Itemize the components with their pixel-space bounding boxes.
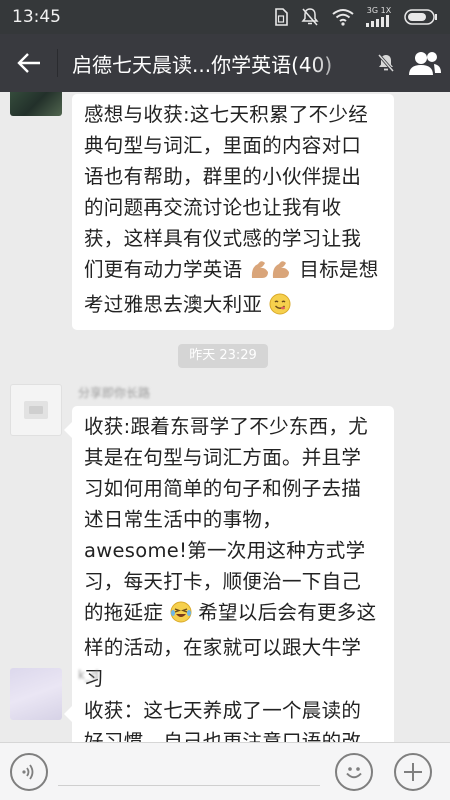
input-bar [0,742,450,800]
smiley-icon [346,767,362,779]
status-bar: 13:45 3G 1X [0,0,450,34]
mute-bell-icon [371,53,401,73]
header-divider [57,49,59,77]
group-members-icon [409,52,442,75]
yum-face-emoji [269,293,291,324]
avatar[interactable] [10,384,62,436]
avatar[interactable] [10,92,62,116]
sender-name: k_d [78,668,99,682]
emoji-button[interactable] [335,753,373,791]
message-text: 收获:跟着东哥学了不少东西，尤其是在句型与词汇方面。并且学习如何用简单的句子和例… [84,415,369,624]
voice-button[interactable] [10,753,48,791]
voice-icon [22,764,34,780]
flexed-biceps-emoji [249,258,293,289]
message-bubble[interactable]: 收获:跟着东哥学了不少东西，尤其是在句型与词汇方面。并且学习如何用简单的句子和例… [64,406,394,700]
message-text: 收获：这七天养成了一个晨读的好习惯，自己也更注意口语的改善和 [84,699,362,742]
mute-icon [300,7,320,27]
message-bubble[interactable]: 感想与收获:这七天积累了不少经典句型与词汇，里面的内容对口语也有帮助，群里的小伙… [72,94,394,330]
battery-icon [404,9,438,25]
sim-icon [274,8,288,26]
plus-icon [404,763,422,781]
back-arrow-icon [16,53,40,73]
network-label: 3G 1X [366,6,392,15]
wifi-icon [332,8,354,26]
timestamp: 昨天 23:29 [178,344,268,368]
chat-header: 启德七天晨读...你学英语(40) [0,34,450,92]
avatar[interactable] [10,668,62,720]
message-text: 感想与收获:这七天积累了不少经典句型与词汇，里面的内容对口语也有帮助，群里的小伙… [84,103,369,281]
signal-icon: 3G 1X [366,7,392,27]
laughing-tears-emoji [170,601,192,632]
group-members-button[interactable] [401,50,450,76]
more-button[interactable] [394,753,432,791]
status-time: 13:45 [12,7,61,27]
message-input[interactable] [58,785,320,786]
chat-title: 启德七天晨读...你学英语(40) [72,52,333,77]
message-bubble[interactable]: 收获：这七天养成了一个晨读的好习惯，自己也更注意口语的改善和 [64,690,394,742]
back-button[interactable] [0,34,57,92]
chat-area[interactable]: 感想与收获:这七天积累了不少经典句型与词汇，里面的内容对口语也有帮助，群里的小伙… [0,92,450,742]
sender-name: 分享即你长路 [78,386,151,400]
